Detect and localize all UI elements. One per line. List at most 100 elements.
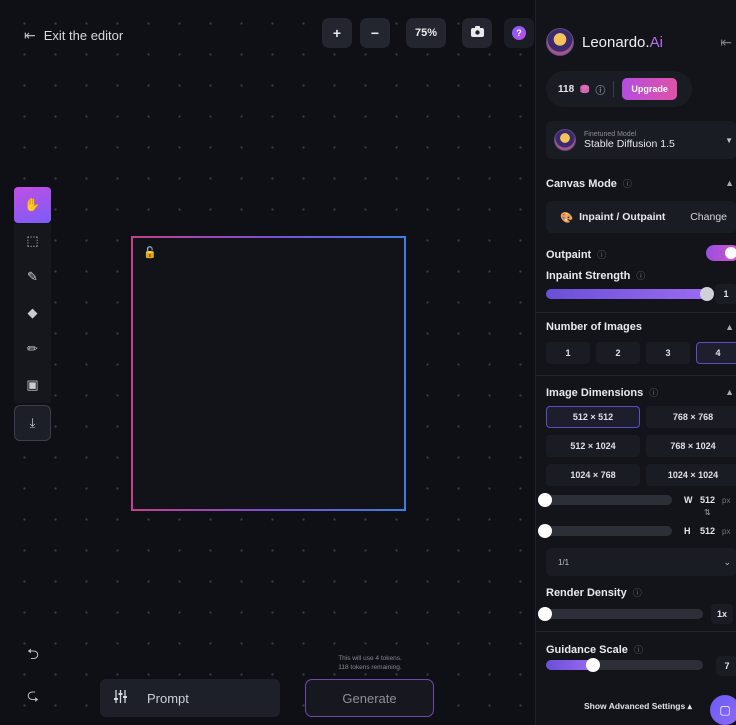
select-tool[interactable]: ⬚ [14, 223, 51, 259]
model-avatar [554, 129, 576, 151]
hand-icon: ✋ [24, 197, 41, 212]
guidance-scale-value[interactable]: 7 [716, 656, 736, 676]
num-images-options: 1 2 3 4 [546, 342, 736, 364]
advanced-settings-toggle[interactable]: Show Advanced Settings ▴ [584, 701, 692, 712]
num-images-option[interactable]: 2 [596, 342, 640, 364]
generation-frame[interactable]: 🔓 [131, 236, 406, 511]
dims-option[interactable]: 512 × 512 [546, 406, 640, 428]
undo-button[interactable]: ⮌ [22, 645, 44, 667]
canvas-area[interactable]: ⇤ Exit the editor + − 75% ? ✋ ⬚ ✎ ◆ ✏ ▣ … [0, 0, 535, 725]
height-label: H [684, 526, 691, 536]
help-icon: ⓘ [636, 271, 646, 281]
height-value[interactable]: 512 [700, 526, 715, 536]
render-density-slider[interactable] [538, 607, 703, 621]
dims-title: Image Dimensions ⓘ [546, 386, 659, 399]
width-value[interactable]: 512 [700, 495, 715, 505]
inpaint-strength-value[interactable]: 1 [715, 284, 736, 304]
slider-knob[interactable] [538, 524, 552, 538]
num-images-title: Number of Images [546, 321, 642, 333]
pencil-tool[interactable]: ✏ [14, 331, 51, 367]
num-images-option[interactable]: 1 [546, 342, 590, 364]
prompt-input[interactable]: Prompt [100, 679, 280, 717]
lock-icon[interactable]: 🔓 [143, 246, 157, 259]
brush-fill-tool[interactable]: ✎ [14, 259, 51, 295]
slider-fill [546, 289, 708, 299]
select-icon: ⬚ [26, 233, 39, 248]
camera-icon [470, 26, 484, 40]
zoom-out-button[interactable]: − [360, 18, 390, 48]
token-note-line1: This will use 4 tokens. [338, 655, 402, 662]
outpaint-toggle[interactable] [706, 245, 736, 261]
guidance-scale-slider[interactable] [546, 658, 703, 672]
prompt-label: Prompt [147, 690, 189, 706]
divider [613, 81, 615, 97]
help-icon: ⓘ [633, 645, 643, 655]
exit-editor-link[interactable]: ⇤ Exit the editor [24, 27, 123, 44]
back-arrow-icon: ⇤ [24, 27, 36, 43]
model-name: Stable Diffusion 1.5 [584, 137, 675, 150]
credits-count: 118 [558, 83, 575, 95]
chat-icon: ▢ [719, 703, 731, 717]
num-images-option[interactable]: 4 [696, 342, 736, 364]
divider [536, 375, 736, 376]
height-slider[interactable] [538, 524, 672, 538]
zoom-level[interactable]: 75% [406, 18, 446, 48]
help-icon: ⓘ [597, 250, 607, 260]
inpaint-strength-label: Inpaint Strength ⓘ [546, 269, 646, 282]
eraser-tool[interactable]: ◆ [14, 295, 51, 331]
token-note: This will use 4 tokens. 118 tokens remai… [320, 654, 420, 672]
tool-rail: ✋ ⬚ ✎ ◆ ✏ ▣ ⤓ [14, 187, 51, 441]
canvas-toolbar: + − 75% ? [322, 18, 534, 48]
chevron-up-icon[interactable]: ▲ [725, 322, 734, 332]
width-label: W [684, 495, 693, 505]
slider-knob[interactable] [538, 607, 552, 621]
help-icon[interactable]: ⓘ [595, 82, 605, 97]
chevron-down-icon: ⌄ [723, 556, 731, 567]
chevron-up-icon[interactable]: ▲ [725, 178, 734, 188]
slider-knob[interactable] [586, 658, 601, 672]
undo-icon: ⮌ [26, 645, 39, 663]
image-icon: ▣ [26, 377, 39, 392]
inpaint-strength-slider[interactable] [546, 287, 715, 301]
upgrade-button[interactable]: Upgrade [622, 78, 677, 100]
change-mode-button[interactable]: Change [690, 211, 727, 223]
brand: Leonardo.Ai [546, 28, 663, 56]
generate-button[interactable]: Generate [305, 679, 434, 717]
model-selector[interactable]: Finetuned Model Stable Diffusion 1.5 ▼ [546, 121, 736, 159]
dims-option[interactable]: 512 × 1024 [546, 435, 640, 457]
chevron-up-icon[interactable]: ▲ [725, 387, 734, 397]
swap-dimensions-icon[interactable]: ⇅ [704, 508, 711, 517]
aspect-ratio-select[interactable]: 1/1 ⌄ [546, 548, 736, 576]
brand-name: Leonardo.Ai [582, 33, 663, 51]
hand-tool[interactable]: ✋ [14, 187, 51, 223]
height-unit: px [722, 527, 731, 536]
dims-option[interactable]: 768 × 768 [646, 406, 736, 428]
slider-knob[interactable] [538, 493, 552, 507]
download-icon: ⤓ [29, 415, 36, 430]
collapse-panel-icon[interactable]: ⇤ [720, 34, 732, 51]
dims-option[interactable]: 1024 × 768 [546, 464, 640, 486]
slider-knob[interactable] [700, 287, 715, 301]
pencil-icon: ✏ [27, 341, 38, 356]
download-tool[interactable]: ⤓ [14, 405, 51, 441]
redo-button[interactable]: ⮎ [22, 686, 44, 708]
avatar[interactable] [546, 28, 574, 56]
dims-option[interactable]: 768 × 1024 [646, 435, 736, 457]
outpaint-label: Outpaint ⓘ [546, 248, 607, 261]
model-sub-label: Finetuned Model [584, 130, 637, 138]
num-images-option[interactable]: 3 [646, 342, 690, 364]
width-unit: px [722, 496, 731, 505]
render-density-value[interactable]: 1x [711, 604, 734, 624]
dims-options: 512 × 512 768 × 768 512 × 1024 768 × 102… [546, 406, 736, 486]
width-slider[interactable] [538, 493, 672, 507]
sliders-icon[interactable] [114, 690, 127, 706]
zoom-in-button[interactable]: + [322, 18, 352, 48]
help-button[interactable]: ? [504, 18, 534, 48]
camera-button[interactable] [462, 18, 492, 48]
help-icon: ⓘ [632, 588, 642, 598]
image-tool[interactable]: ▣ [14, 367, 51, 403]
token-note-line2: 118 tokens remaining. [338, 664, 402, 671]
chat-button[interactable]: ▢ [710, 695, 736, 725]
divider [536, 312, 736, 313]
dims-option[interactable]: 1024 × 1024 [646, 464, 736, 486]
